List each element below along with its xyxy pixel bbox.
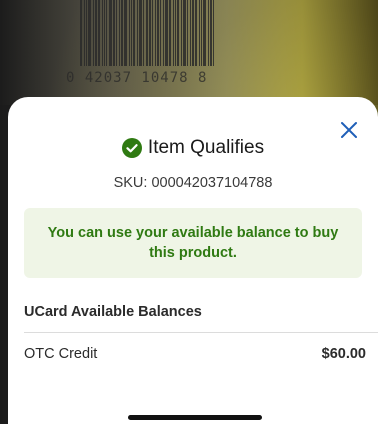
product-label: 0 42037 10478 8 xyxy=(0,0,378,105)
barcode-image xyxy=(80,0,250,66)
eligibility-notice-text: You can use your available balance to bu… xyxy=(47,225,339,261)
balance-label: OTC Credit xyxy=(24,346,98,362)
balance-row: OTC Credit $60.00 xyxy=(24,346,366,362)
barcode-digits: 0 42037 10478 8 xyxy=(66,70,208,86)
check-circle-icon xyxy=(121,138,142,158)
home-indicator[interactable] xyxy=(128,415,262,420)
eligibility-notice: You can use your available balance to bu… xyxy=(24,208,362,278)
sku-text: SKU: 000042037104788 xyxy=(113,175,273,191)
divider xyxy=(24,332,378,333)
balances-heading: UCard Available Balances xyxy=(24,304,202,320)
result-sheet: Item Qualifies SKU: 000042037104788 You … xyxy=(8,97,378,424)
status-title: Item Qualifies xyxy=(147,137,265,158)
balance-value: $60.00 xyxy=(321,346,366,362)
status-title-row: Item Qualifies xyxy=(8,137,378,159)
